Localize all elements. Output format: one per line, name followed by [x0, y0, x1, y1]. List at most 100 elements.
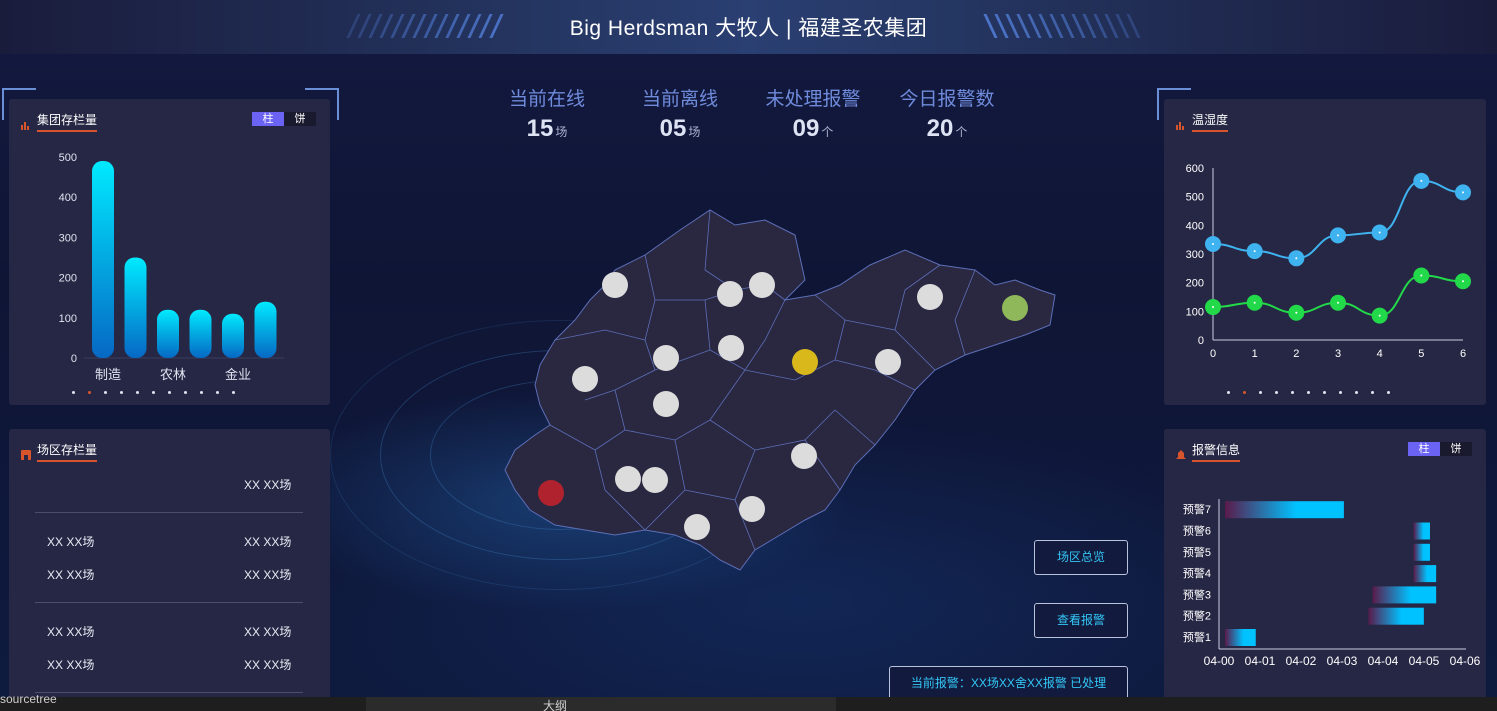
data-point-center: [1462, 191, 1464, 194]
pager-dot[interactable]: [136, 391, 139, 394]
divider: [35, 602, 303, 603]
panel-group-stock: 集团存栏量 柱 饼 0 100 200 300 400 500 制造 农林 金业: [9, 99, 330, 405]
stat-unit: 场: [555, 125, 568, 139]
pager-dot[interactable]: [1339, 391, 1342, 394]
data-point-center: [1337, 234, 1339, 237]
pager-dot[interactable]: [184, 391, 187, 394]
map-marker[interactable]: [739, 496, 765, 522]
x-tick-label: 04-03: [1327, 654, 1358, 668]
pager-dot[interactable]: [1307, 391, 1310, 394]
map-marker[interactable]: [602, 272, 628, 298]
map-marker[interactable]: [717, 281, 743, 307]
taskbar-text: 大纲: [543, 699, 568, 711]
bar[interactable]: [222, 313, 244, 358]
map-marker[interactable]: [1002, 295, 1028, 321]
alarm-bar[interactable]: [1413, 565, 1437, 583]
pager-dot[interactable]: [104, 391, 107, 394]
alarm-bar[interactable]: [1413, 522, 1430, 540]
x-tick-label: 04-06: [1450, 654, 1481, 668]
alarm-bar[interactable]: [1368, 607, 1424, 625]
divider: [35, 512, 303, 513]
pager-dot[interactable]: [1371, 391, 1374, 394]
map-marker[interactable]: [684, 514, 710, 540]
alarm-bar[interactable]: [1372, 586, 1437, 604]
table-cell: XX XX场: [47, 568, 95, 582]
bar[interactable]: [157, 309, 179, 358]
page-title: Big Herdsman 大牧人 | 福建圣农集团: [569, 17, 928, 40]
stat-label: 未处理报警: [765, 89, 861, 110]
pager-dot[interactable]: [216, 391, 219, 394]
pager-dot[interactable]: [72, 391, 75, 394]
pager-dot[interactable]: [1291, 391, 1294, 394]
os-taskbar: sourcetree 大纲: [0, 692, 1497, 711]
header-stripes-right: [983, 14, 1150, 38]
pager-dot[interactable]: [1323, 391, 1326, 394]
pager-dot[interactable]: [1275, 391, 1278, 394]
stat-unit: 个: [955, 125, 968, 139]
map-marker[interactable]: [792, 349, 818, 375]
header-bar: Big Herdsman 大牧人 | 福建圣农集团: [0, 0, 1497, 54]
table-cell: XX XX场: [244, 478, 292, 492]
pager-dot[interactable]: [88, 391, 91, 394]
y-tick-label: 0: [1198, 335, 1204, 347]
pager-dot[interactable]: [1227, 391, 1230, 394]
panel-title: 场区存栏量: [37, 441, 98, 462]
pager-dot[interactable]: [168, 391, 171, 394]
map-marker[interactable]: [917, 284, 943, 310]
view-alarms-button[interactable]: 查看报警: [1034, 603, 1128, 638]
current-alarm-banner[interactable]: 当前报警：XX场XX舍XX报警 已处理: [889, 666, 1128, 701]
stat-label: 当前在线: [508, 89, 585, 110]
map-marker[interactable]: [875, 349, 901, 375]
bar[interactable]: [189, 309, 212, 358]
pager-dot[interactable]: [152, 391, 155, 394]
x-tick-label: 5: [1418, 348, 1424, 360]
data-point-center: [1378, 314, 1381, 317]
panel-temp-humidity: 温湿度 0 100 200 300 400 500 600 0 1 2 3 4 5 6: [1164, 99, 1486, 405]
stat-label: 当前离线: [641, 89, 718, 110]
temp-humidity-line-chart: 0 100 200 300 400 500 600 0 1 2 3 4 5 6: [1186, 163, 1471, 360]
data-point-center: [1337, 301, 1339, 304]
bar[interactable]: [124, 257, 147, 359]
pager-dot[interactable]: [120, 391, 123, 394]
map-marker[interactable]: [718, 335, 744, 361]
map-marker[interactable]: [572, 366, 598, 392]
map-marker[interactable]: [615, 466, 641, 492]
alarm-bar-chart: 04-00 04-01 04-02 04-03 04-04 04-05 04-06 预警1 预警…: [1183, 499, 1481, 668]
x-tick-label: 2: [1293, 348, 1299, 360]
y-tick-label: 600: [1186, 163, 1204, 175]
y-tick-label: 400: [59, 192, 77, 204]
panel-farm-stock: 场区存栏量 XX XX场 XX XX场 XX XX场 XX XX场 XX XX场…: [9, 429, 330, 704]
pager-dot[interactable]: [232, 391, 235, 394]
map-marker[interactable]: [642, 467, 668, 493]
stat-unit: 个: [821, 125, 834, 139]
farm-overview-button[interactable]: 场区总览: [1034, 540, 1128, 575]
pager-dot[interactable]: [200, 391, 203, 394]
alarm-bar[interactable]: [1413, 543, 1430, 561]
alarm-bar[interactable]: [1225, 501, 1344, 519]
x-tick-label: 04-00: [1204, 654, 1235, 668]
map-marker[interactable]: [653, 391, 679, 417]
data-point-center: [1212, 306, 1214, 309]
y-tick-label: 100: [1186, 306, 1204, 318]
province-map[interactable]: [495, 190, 1065, 580]
map-marker[interactable]: [653, 345, 679, 371]
map-marker[interactable]: [791, 443, 817, 469]
bar[interactable]: [254, 301, 277, 358]
taskbar-text: sourcetree: [0, 692, 57, 706]
chart-pager[interactable]: [1227, 391, 1390, 394]
map-marker[interactable]: [749, 272, 775, 298]
y-tick-label: 200: [1186, 278, 1204, 290]
y-tick-label: 0: [71, 353, 77, 365]
panel-alarm-info: 报警信息 柱 饼 04-00 04-01 04-02 04-03 04-04 04-05 0…: [1164, 429, 1486, 704]
stat-label: 今日报警数: [899, 89, 995, 110]
alarm-bar[interactable]: [1225, 629, 1256, 646]
map-marker[interactable]: [538, 480, 564, 506]
bar[interactable]: [92, 161, 114, 358]
pager-dot[interactable]: [1387, 391, 1390, 394]
pager-dot[interactable]: [1243, 391, 1246, 394]
pager-dot[interactable]: [1259, 391, 1262, 394]
y-tick-label: 100: [59, 313, 77, 325]
pager-dot[interactable]: [1355, 391, 1358, 394]
chart-pager[interactable]: [72, 391, 235, 394]
y-tick-label: 200: [59, 273, 77, 285]
